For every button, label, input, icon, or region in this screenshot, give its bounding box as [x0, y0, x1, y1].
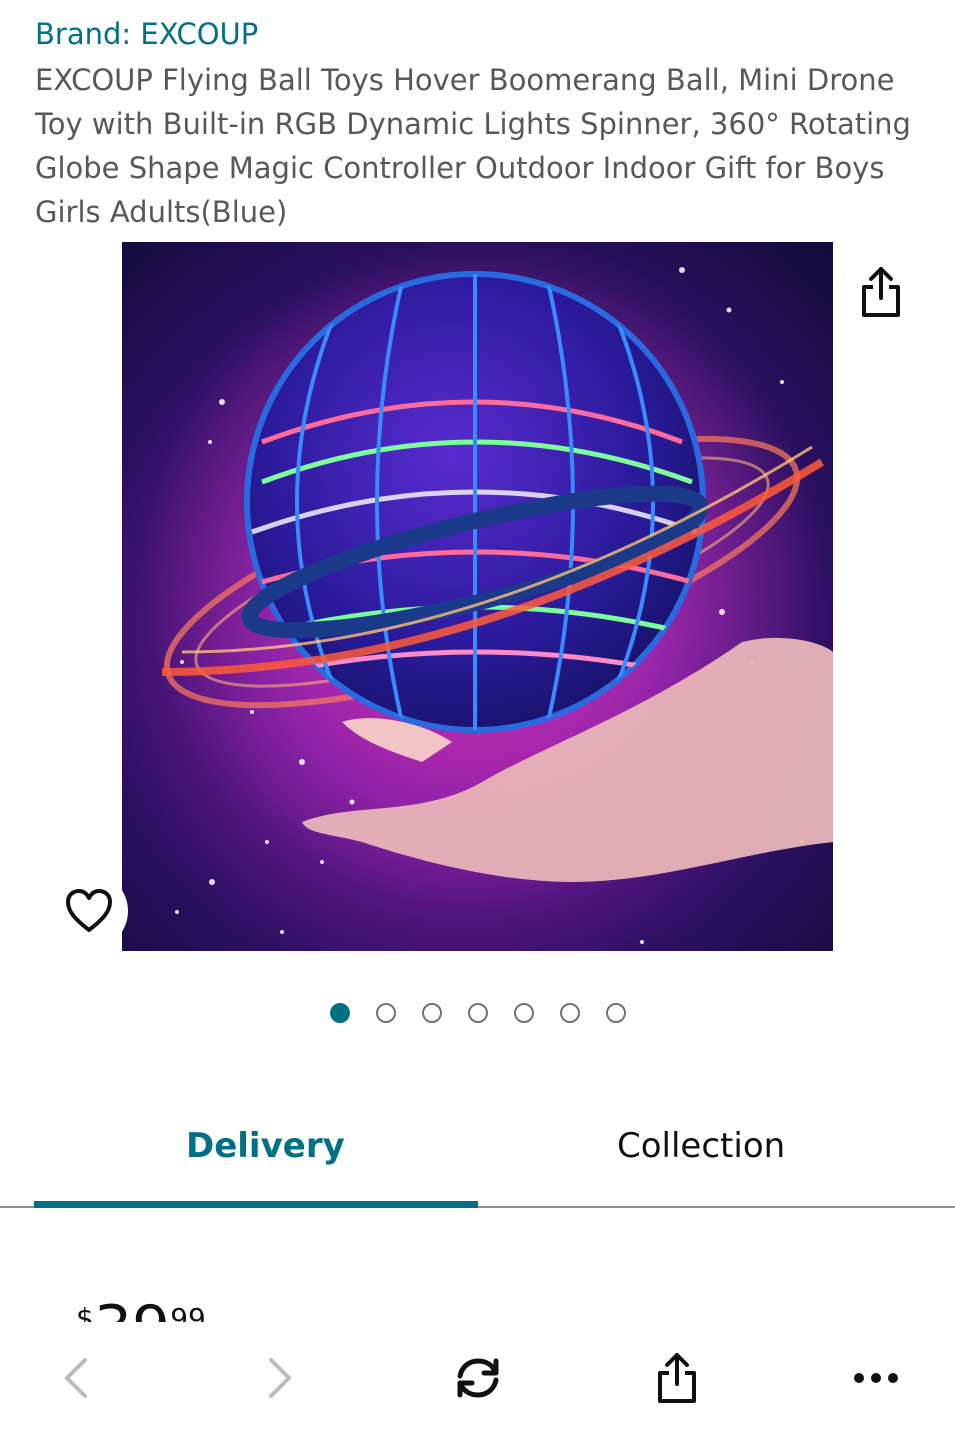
- product-title: EXCOUP Flying Ball Toys Hover Boomerang …: [35, 63, 911, 229]
- price-currency: $: [76, 1302, 94, 1322]
- tab-delivery[interactable]: Delivery: [186, 1124, 345, 1168]
- pagination-dot-6[interactable]: [559, 1003, 580, 1023]
- reload-button[interactable]: [448, 1348, 508, 1408]
- forward-chevron-icon: [269, 1358, 291, 1398]
- share-button[interactable]: [853, 262, 909, 322]
- brand-link[interactable]: Brand: EXCOUP: [35, 14, 258, 54]
- browser-toolbar: [0, 1322, 955, 1440]
- page-share-button[interactable]: [647, 1348, 707, 1408]
- share-icon: [658, 1353, 696, 1403]
- favorite-button[interactable]: [50, 872, 128, 950]
- fulfillment-tabs: Delivery Collection: [0, 1110, 955, 1210]
- price-fraction: 99: [170, 1302, 206, 1322]
- price: $3999: [76, 1290, 376, 1322]
- pagination-dot-3[interactable]: [421, 1003, 442, 1023]
- reload-icon: [457, 1358, 499, 1398]
- pagination-dot-4[interactable]: [467, 1003, 488, 1023]
- share-icon: [862, 267, 900, 317]
- pagination-dot-1[interactable]: [329, 1003, 350, 1023]
- tab-active-indicator: [34, 1201, 478, 1208]
- back-chevron-icon: [65, 1358, 87, 1398]
- flying-ball-illustration: [142, 242, 833, 944]
- pagination-dot-5[interactable]: [513, 1003, 534, 1023]
- more-button[interactable]: [846, 1348, 906, 1408]
- price-whole: 39: [94, 1293, 170, 1322]
- tab-collection[interactable]: Collection: [617, 1124, 785, 1168]
- product-image[interactable]: [122, 242, 833, 951]
- back-button[interactable]: [46, 1348, 106, 1408]
- heart-icon: [66, 889, 112, 932]
- forward-button[interactable]: [250, 1348, 310, 1408]
- pagination-dot-7[interactable]: [605, 1003, 626, 1023]
- image-pagination: [0, 1003, 955, 1023]
- more-icon: [854, 1373, 898, 1383]
- pagination-dot-2[interactable]: [375, 1003, 396, 1023]
